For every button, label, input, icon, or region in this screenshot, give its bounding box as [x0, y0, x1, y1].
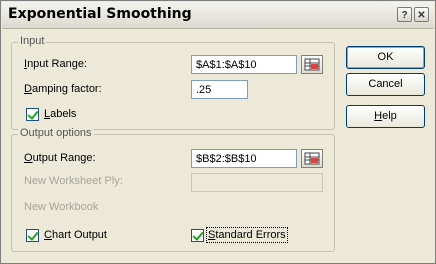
output-options-group-label: Output options: [18, 127, 94, 139]
help-icon[interactable]: ?: [397, 7, 412, 22]
labels-checkbox[interactable]: [26, 108, 39, 121]
input-group-label: Input: [18, 35, 47, 47]
input-range-collapse-button[interactable]: [301, 55, 323, 74]
close-icon[interactable]: ✕: [414, 7, 429, 22]
output-range-collapse-button[interactable]: [301, 149, 323, 168]
title-bar[interactable]: Exponential Smoothing ? ✕: [2, 2, 434, 29]
new-workbook-label: New Workbook: [24, 201, 99, 213]
ok-button[interactable]: OK: [346, 46, 425, 69]
input-range-field[interactable]: $A$1:$A$10: [191, 55, 297, 74]
checkmark-icon: [192, 229, 204, 241]
standard-errors-checkbox[interactable]: [191, 229, 204, 242]
input-range-label: Input Range:: [24, 58, 87, 70]
help-button[interactable]: Help: [346, 105, 425, 128]
new-worksheet-ply-label: New Worksheet Ply:: [24, 175, 123, 187]
damping-factor-label: Damping factor:: [24, 83, 102, 95]
range-selector-icon: [304, 58, 320, 71]
checkmark-icon: [27, 108, 39, 120]
labels-checkbox-label[interactable]: Labels: [44, 108, 76, 120]
standard-errors-label[interactable]: Standard Errors: [206, 227, 288, 243]
new-worksheet-ply-field: [191, 173, 323, 192]
output-range-label: Output Range:: [24, 152, 96, 164]
cancel-button[interactable]: Cancel: [346, 73, 425, 96]
chart-output-checkbox[interactable]: [26, 229, 39, 242]
range-selector-icon: [304, 152, 320, 165]
damping-factor-field[interactable]: .25: [191, 80, 248, 99]
checkmark-icon: [27, 229, 39, 241]
output-range-field[interactable]: $B$2:$B$10: [191, 149, 297, 168]
dialog-window: Exponential Smoothing ? ✕ Input Input Ra…: [0, 0, 436, 264]
dialog-title: Exponential Smoothing: [8, 6, 192, 22]
chart-output-label[interactable]: Chart Output: [44, 229, 107, 241]
